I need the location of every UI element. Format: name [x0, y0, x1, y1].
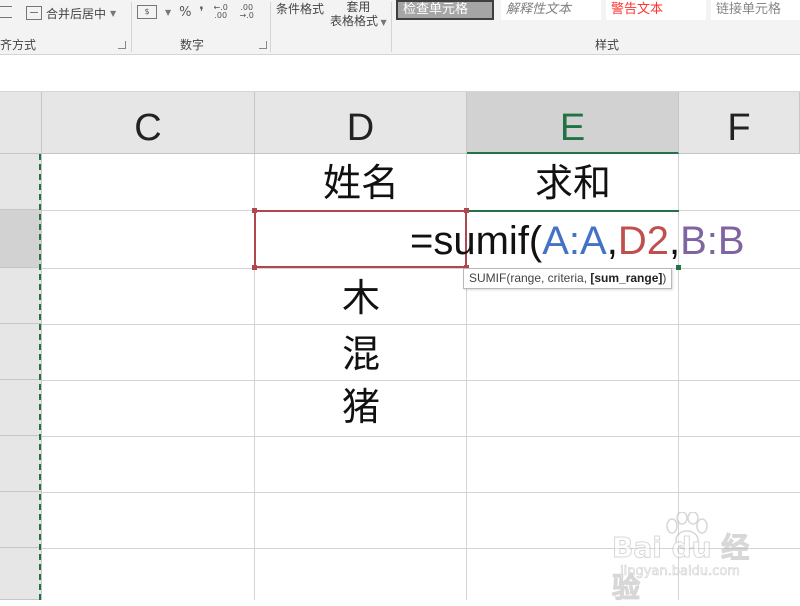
column-header-f[interactable]: F — [679, 92, 800, 154]
cell-d1-name-header[interactable]: 姓名 — [255, 160, 467, 206]
gridline — [42, 436, 800, 437]
row-header[interactable] — [0, 436, 42, 492]
ribbon-separator — [270, 2, 271, 52]
row-header[interactable] — [0, 492, 42, 548]
column-header-e[interactable]: E — [467, 92, 679, 154]
fill-handle[interactable] — [676, 265, 681, 270]
formula-prefix: =sumif( — [410, 219, 543, 263]
style-check-cell[interactable]: 检查单元格 — [396, 0, 494, 20]
chevron-down-icon[interactable]: ▼ — [110, 9, 116, 18]
function-tooltip[interactable]: SUMIF(range, criteria, [sum_range]) — [463, 268, 673, 289]
reference-handle[interactable] — [252, 265, 257, 270]
merge-center-button[interactable]: 合并后居中 ▼ — [26, 4, 116, 22]
gridline — [42, 268, 800, 269]
chevron-down-icon[interactable]: ▼ — [165, 8, 171, 17]
cell-d4[interactable]: 混 — [255, 331, 467, 377]
gridline — [42, 324, 800, 325]
reference-handle[interactable] — [464, 208, 469, 213]
baidu-jingyan-watermark-logo: Bai du 经验 jingyan.baidu.com — [612, 512, 762, 605]
alignment-dialog-launcher-icon[interactable] — [118, 41, 126, 49]
copy-marquee-border — [39, 154, 41, 600]
accounting-format-icon[interactable]: $ — [137, 5, 157, 19]
formula-ref-criteria: D2 — [617, 219, 669, 263]
merge-center-label: 合并后居中 — [46, 6, 107, 21]
decrease-decimal-icon[interactable]: .00 →.0 — [238, 4, 256, 20]
number-format-tools: $ ▼ % ❜ ←.0.00 .00 →.0 — [137, 4, 256, 20]
style-linked-cell[interactable]: 链接单元格 — [711, 0, 800, 20]
gridline — [42, 380, 800, 381]
wrap-icon[interactable] — [0, 6, 12, 18]
watermark-url: jingyan.baidu.com — [620, 564, 741, 580]
merge-cells-icon — [26, 6, 42, 20]
reference-handle[interactable] — [252, 208, 257, 213]
style-warning-text[interactable]: 警告文本 — [606, 0, 706, 20]
ribbon-separator — [131, 2, 132, 52]
row-header[interactable] — [0, 268, 42, 324]
cell-e1-sum-header[interactable]: 求和 — [467, 160, 679, 206]
select-all-corner[interactable] — [0, 92, 42, 154]
number-dialog-launcher-icon[interactable] — [259, 41, 267, 49]
column-header-d[interactable]: D — [255, 92, 467, 154]
number-group-label: 数字 — [180, 38, 205, 52]
formula-text[interactable]: =sumif(A:A,D2,B:B — [410, 218, 745, 264]
styles-group-label: 样式 — [595, 38, 620, 52]
conditional-formatting-button[interactable]: 条件格式 — [276, 0, 324, 17]
ribbon: 合并后居中 ▼ 齐方式 $ ▼ % ❜ ←.0.00 .00 →.0 数字 条件格… — [0, 0, 800, 55]
increase-decimal-icon[interactable]: ←.0.00 — [212, 4, 230, 20]
row-header[interactable] — [0, 154, 42, 210]
tooltip-close-paren: ) — [662, 271, 667, 285]
conditional-formatting-label: 条件格式 — [276, 2, 325, 16]
row-header[interactable] — [0, 548, 42, 600]
chevron-down-icon: ▼ — [378, 18, 387, 27]
gridline — [42, 492, 800, 493]
formula-comma: , — [669, 219, 681, 263]
percent-style-button[interactable]: % — [179, 5, 191, 20]
row-header[interactable] — [0, 324, 42, 380]
format-as-table-label-line1: 套用 — [346, 0, 371, 14]
formula-ref-range: A:A — [542, 219, 607, 263]
tooltip-function-signature: SUMIF(range, criteria, — [469, 271, 591, 285]
comma-style-button[interactable]: ❜ — [200, 5, 204, 20]
formula-comma: , — [606, 219, 618, 263]
row-header[interactable] — [0, 380, 42, 436]
formula-ref-sum-range: B:B — [680, 219, 745, 263]
active-column-indicator — [467, 210, 679, 212]
cell-d3[interactable]: 木 — [255, 275, 467, 321]
style-explanatory-text[interactable]: 解释性文本 — [501, 0, 601, 20]
alignment-group-label: 齐方式 — [0, 38, 37, 52]
cell-d5[interactable]: 猪 — [255, 384, 467, 430]
tooltip-current-argument[interactable]: [sum_range] — [590, 271, 662, 285]
row-header[interactable] — [0, 210, 42, 268]
formula-bar-area[interactable] — [0, 55, 800, 92]
ribbon-separator — [391, 2, 392, 52]
format-as-table-button[interactable]: 套用 表格格式 ▼ — [330, 0, 387, 30]
format-as-table-label-line2: 表格格式 — [330, 14, 379, 28]
column-header-c[interactable]: C — [42, 92, 255, 154]
